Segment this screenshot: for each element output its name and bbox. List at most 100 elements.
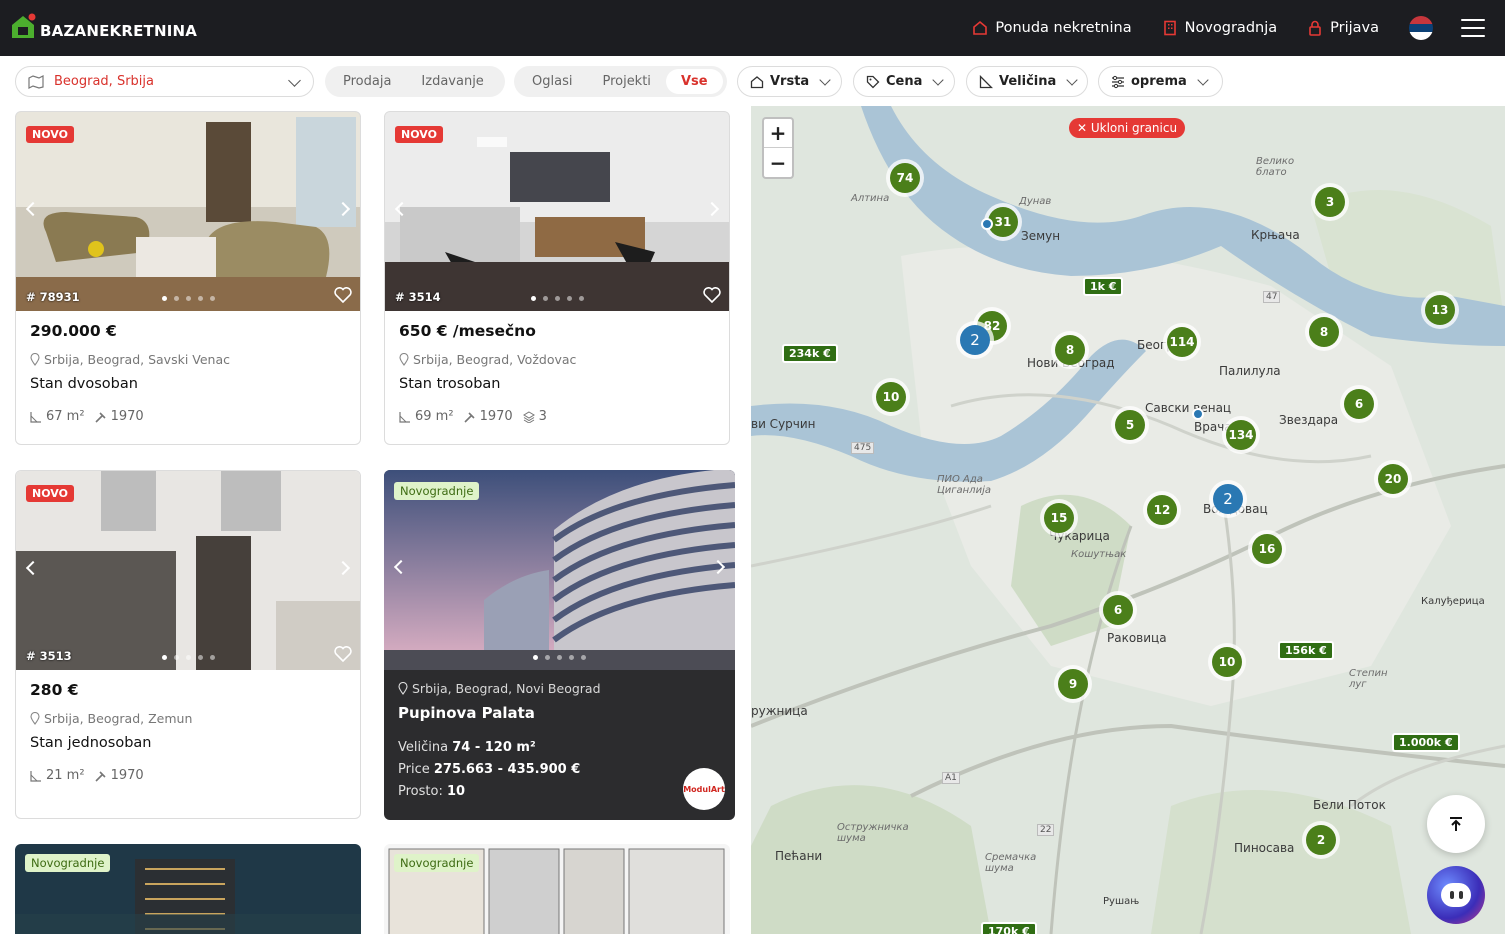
heart-icon[interactable] — [334, 287, 352, 303]
map-place-label: Степин луг — [1349, 668, 1388, 690]
layers-icon — [522, 410, 535, 423]
map-marker[interactable] — [1192, 408, 1204, 420]
location-value: Beograd, Srbija — [54, 74, 154, 89]
photo-dots — [16, 655, 360, 660]
filter-cena[interactable]: Cena — [853, 66, 955, 97]
map-place-label: Крњача — [1251, 228, 1300, 242]
map-cluster[interactable]: 5 — [1115, 410, 1145, 440]
hammer-icon — [94, 770, 106, 782]
photo-dots — [385, 296, 729, 301]
listing-card[interactable]: NOVO # 78931 290.000 € Srbija, Beograd, … — [15, 111, 361, 445]
map-cluster[interactable]: 10 — [1212, 647, 1242, 677]
map-place-label: Сремачка шума — [985, 852, 1037, 874]
heart-icon[interactable] — [334, 646, 352, 662]
project-card[interactable]: Novogradnje — [15, 844, 361, 934]
building-render-photo — [384, 470, 735, 670]
map-cluster[interactable]: 2 — [1306, 825, 1336, 855]
project-card[interactable]: Novogradnje Srbija, Beograd, Novi Beogra… — [384, 470, 735, 820]
nav-novogradnja[interactable]: Novogradnja — [1162, 20, 1277, 36]
map-place-label: Звездара — [1279, 413, 1339, 427]
listing-type-vse[interactable]: Vse — [665, 69, 723, 94]
listing-photo[interactable]: NOVO # 3514 — [385, 112, 729, 311]
map-price-tag[interactable]: 1k € — [1083, 277, 1124, 296]
site-logo[interactable]: BAZANEKRETNINA — [10, 12, 197, 40]
map-cluster[interactable]: 16 — [1252, 534, 1282, 564]
map-cluster[interactable]: 74 — [890, 163, 920, 193]
listing-photo[interactable]: NOVO # 78931 — [16, 112, 360, 311]
scroll-to-top-button[interactable] — [1427, 795, 1485, 853]
map-cluster[interactable]: 12 — [1147, 495, 1177, 525]
map-view[interactable]: Земун Београд Нови Београд Палилула Савс… — [751, 106, 1505, 934]
photo-dots — [16, 296, 360, 301]
chatbot-button[interactable] — [1427, 866, 1485, 924]
map-cluster[interactable]: 9 — [1058, 669, 1088, 699]
filter-velicina[interactable]: Veličina — [966, 66, 1088, 97]
listing-type-oglasi[interactable]: Oglasi — [517, 69, 587, 94]
listing-price: 650 € /mesečno — [399, 322, 536, 340]
photo-dots — [384, 655, 735, 660]
filter-vrsta[interactable]: Vrsta — [737, 66, 842, 97]
listing-title[interactable]: Stan jednosoban — [30, 735, 346, 751]
tag-icon — [866, 75, 880, 88]
map-cluster[interactable]: 2 — [960, 325, 990, 355]
listing-title[interactable]: Stan trosoban — [399, 376, 715, 392]
map-cluster[interactable]: 6 — [1344, 389, 1374, 419]
hammer-icon — [94, 411, 106, 423]
hamburger-icon[interactable] — [1461, 19, 1485, 37]
new-badge: NOVO — [395, 126, 443, 143]
listing-card[interactable]: NOVO # 3514 650 € /mesečno Srbija, Beogr… — [384, 111, 730, 445]
map-cluster[interactable]: 15 — [1044, 503, 1074, 533]
map-price-tag[interactable]: 156k € — [1278, 641, 1334, 660]
map-price-tag[interactable]: 1.000k € — [1392, 733, 1460, 752]
map-cluster[interactable]: 13 — [1425, 295, 1455, 325]
listing-photo[interactable]: NOVO # 3513 — [16, 471, 360, 670]
listing-type-toggle: Oglasi Projekti Vse — [514, 66, 727, 97]
map-cluster[interactable]: 10 — [876, 382, 906, 412]
listing-card[interactable]: NOVO # 3513 280 € Srbija, Beograd, Zemun… — [15, 470, 361, 819]
project-title[interactable]: Pupinova Palata — [398, 704, 721, 722]
map-price-tag[interactable]: 234k € — [782, 344, 838, 363]
new-badge: NOVO — [26, 485, 74, 502]
remove-boundary-button[interactable]: ✕ Ukloni granicu — [1069, 118, 1186, 138]
nav-label: Prijava — [1330, 20, 1379, 36]
map-cluster[interactable]: 20 — [1378, 464, 1408, 494]
map-place-label: ви Сурчин — [751, 417, 816, 431]
location-select[interactable]: Beograd, Srbija — [15, 66, 314, 97]
nav-prijava[interactable]: Prijava — [1307, 20, 1379, 36]
map-price-tag[interactable]: 170k € — [981, 922, 1037, 934]
map-cluster[interactable]: 2 — [1213, 484, 1243, 514]
map-cluster[interactable]: 6 — [1103, 595, 1133, 625]
listing-title[interactable]: Stan dvosoban — [30, 376, 346, 392]
filter-label: Vrsta — [770, 74, 810, 89]
listing-address: Srbija, Beograd, Zemun — [44, 711, 193, 726]
home-icon — [750, 75, 764, 88]
listing-type-projekti[interactable]: Projekti — [587, 69, 665, 94]
nav-ponuda-nekretnina[interactable]: Ponuda nekretnina — [972, 20, 1132, 36]
listing-year: 1970 — [479, 409, 513, 424]
map-cluster[interactable]: 114 — [1167, 327, 1197, 357]
developer-logo[interactable]: ModulArt — [683, 768, 725, 810]
heart-icon[interactable] — [703, 287, 721, 303]
map-cluster[interactable]: 134 — [1226, 420, 1256, 450]
project-address: Srbija, Beograd, Novi Beograd — [412, 681, 601, 696]
zoom-out-button[interactable]: − — [764, 148, 792, 177]
map-cluster[interactable]: 8 — [1055, 335, 1085, 365]
chatbot-icon — [1441, 883, 1471, 907]
hammer-icon — [463, 411, 475, 423]
map-place-label: Рушањ — [1103, 896, 1140, 907]
map-cluster[interactable]: 3 — [1315, 187, 1345, 217]
map-cluster[interactable]: 8 — [1309, 317, 1339, 347]
deal-type-izdavanje[interactable]: Izdavanje — [406, 69, 498, 94]
size-value: 74 - 120 m² — [452, 740, 536, 755]
zoom-in-button[interactable]: + — [764, 119, 792, 148]
deal-type-prodaja[interactable]: Prodaja — [328, 69, 406, 94]
top-navigation-bar: BAZANEKRETNINA Ponuda nekretnina Novogra… — [0, 0, 1505, 56]
road-number: 22 — [1037, 824, 1055, 836]
project-card[interactable]: Novogradnje — [384, 844, 730, 934]
map-marker[interactable] — [981, 218, 993, 230]
size-label: Veličina — [398, 740, 449, 755]
nav-label: Ponuda nekretnina — [995, 20, 1132, 36]
sliders-icon — [1112, 75, 1124, 88]
serbia-flag-icon[interactable] — [1409, 16, 1433, 40]
filter-oprema[interactable]: oprema — [1098, 66, 1223, 97]
